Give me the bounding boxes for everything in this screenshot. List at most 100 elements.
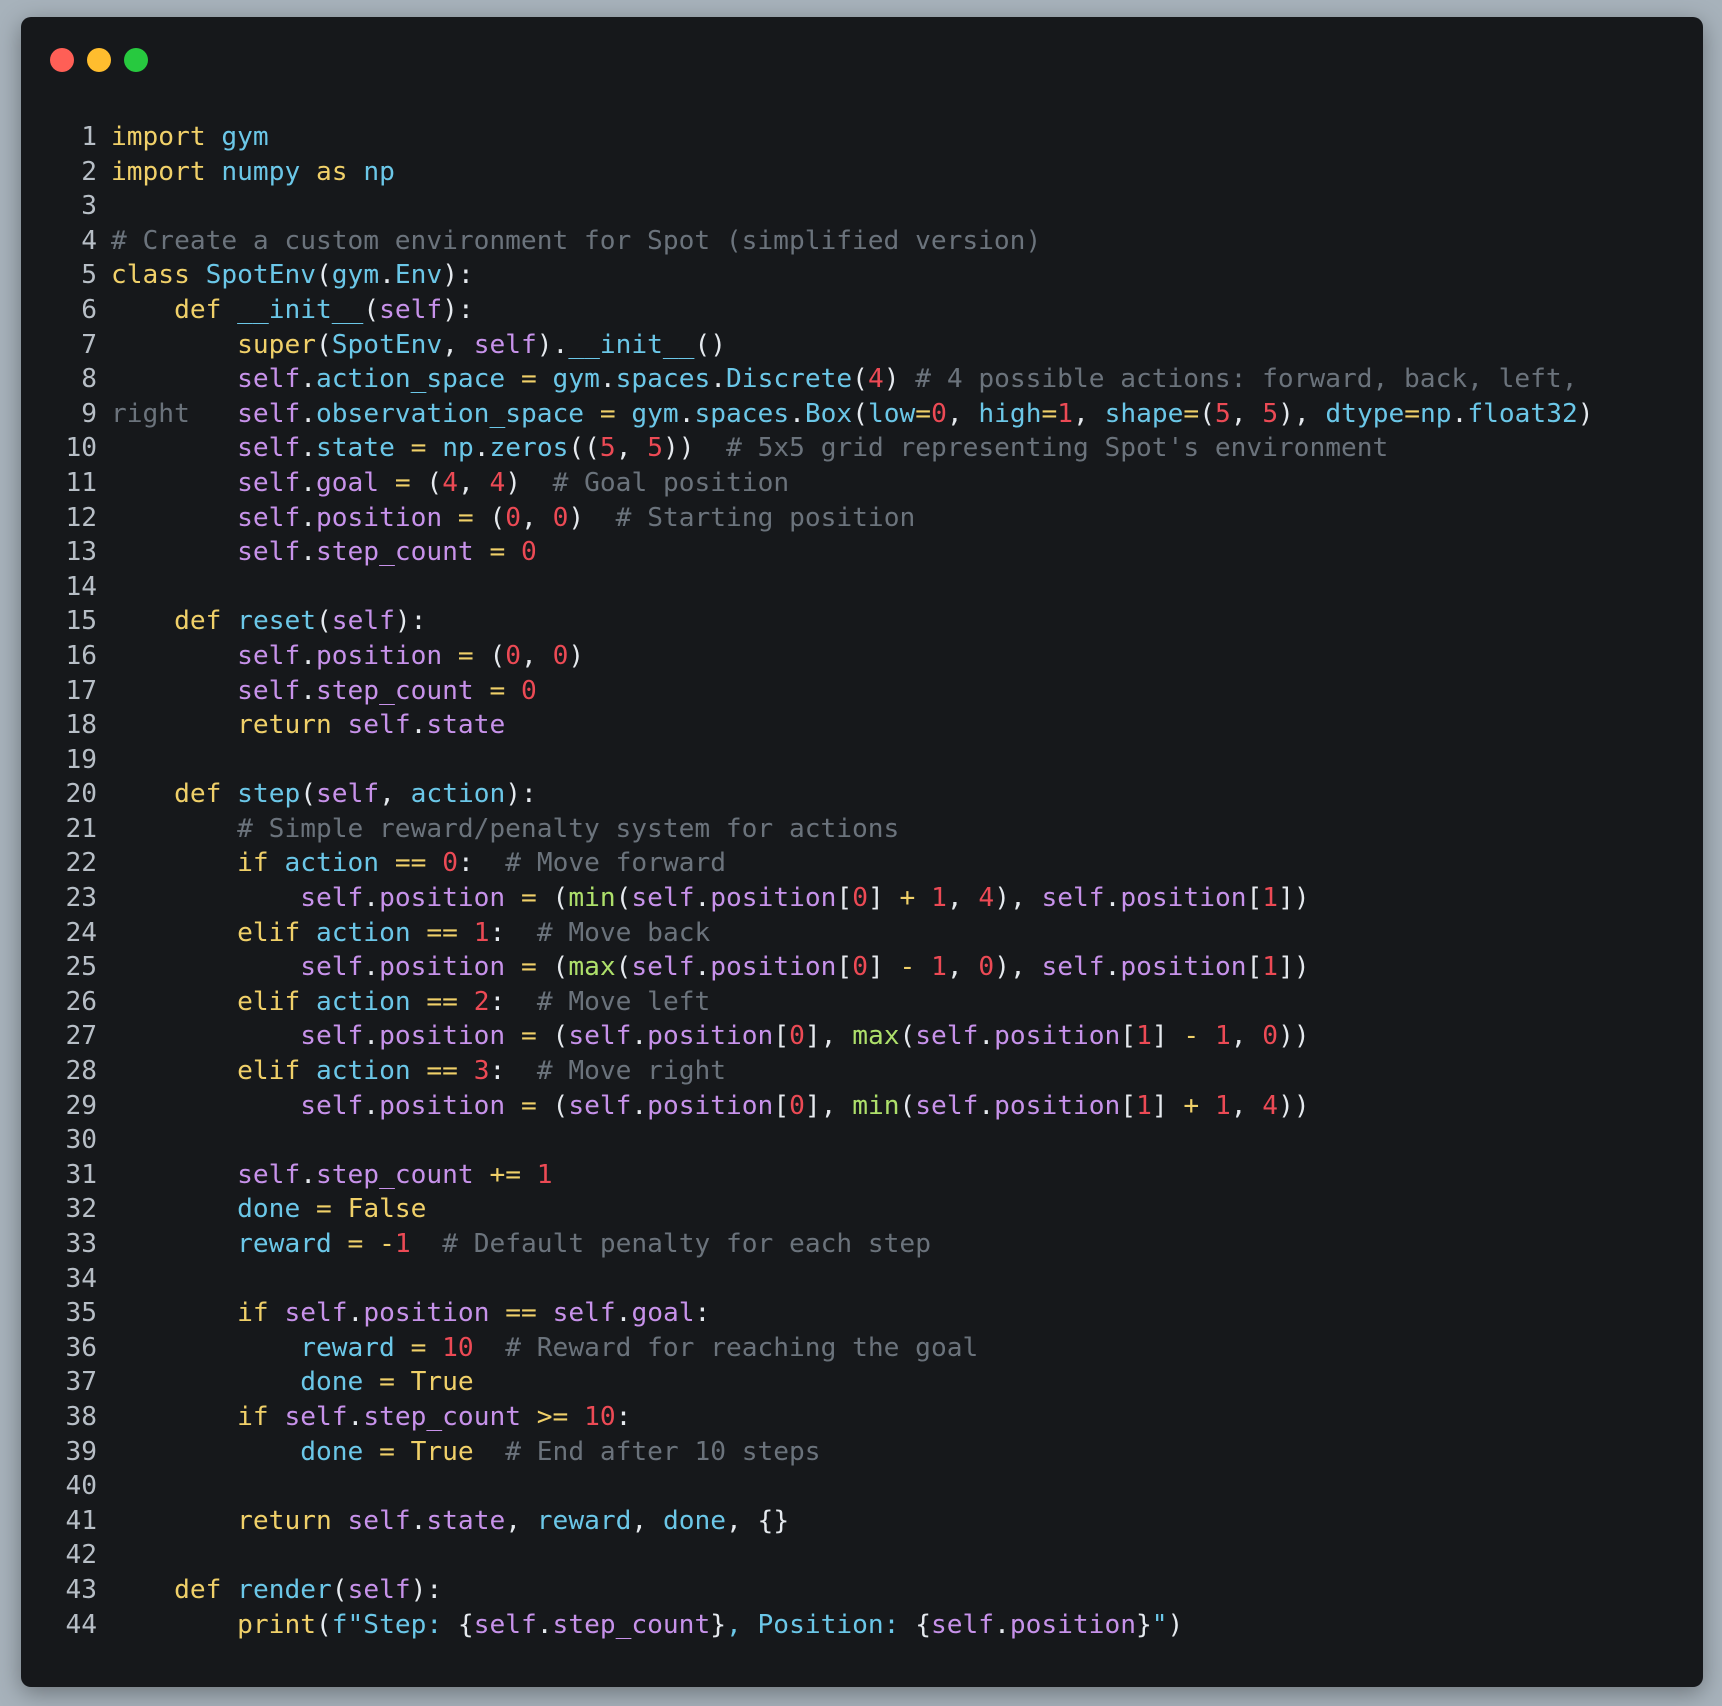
code-token: position xyxy=(1120,952,1247,983)
code-text: elif action == 1: # Move back xyxy=(111,918,710,948)
line-number: 8 xyxy=(81,364,97,395)
code-text: self.position = (0, 0) # Starting positi… xyxy=(111,503,915,533)
code-token: , {} xyxy=(726,1505,790,1536)
code-token: )) xyxy=(663,433,727,464)
code-token: 1 xyxy=(1262,883,1279,914)
code-token: 1 xyxy=(536,1159,553,1190)
code-line: 3 xyxy=(21,189,1703,224)
code-token: = xyxy=(394,467,411,498)
code-token: self xyxy=(300,1021,364,1052)
code-text: self.position = (0, 0) xyxy=(111,641,584,671)
code-text: self.step_count = 0 xyxy=(111,676,537,706)
code-text: self.state = np.zeros((5, 5)) # 5x5 grid… xyxy=(111,433,1388,463)
code-token: ( xyxy=(1199,398,1215,429)
code-text: import numpy as np xyxy=(111,157,395,187)
code-line: 44 print(f"Step: {self.step_count}, Posi… xyxy=(21,1608,1703,1643)
code-block[interactable]: 1 import gym 2 import numpy as np 3 4 # Create… xyxy=(21,120,1703,1642)
code-token: = xyxy=(520,1090,537,1121)
code-line: 35 if self.position == self.goal: xyxy=(21,1296,1703,1331)
maximize-dot-icon[interactable] xyxy=(124,48,148,72)
code-token: self xyxy=(930,1609,995,1640)
code-token: = xyxy=(379,1436,395,1467)
code-token: def xyxy=(174,1574,222,1605)
code-token: self xyxy=(1041,883,1105,914)
code-token: 10 xyxy=(584,1401,616,1432)
code-token: } xyxy=(710,1609,726,1640)
code-token: [ xyxy=(836,883,853,914)
code-line: 30 xyxy=(21,1123,1703,1158)
code-token: 1 xyxy=(1262,952,1279,983)
code-token: self xyxy=(473,1609,537,1640)
code-text: return self.state xyxy=(111,710,505,740)
code-token: # Default penalty for each step xyxy=(442,1229,931,1259)
code-line: 16 self.position = (0, 0) xyxy=(21,639,1703,674)
code-token: # Goal position xyxy=(552,467,790,498)
code-token: ) xyxy=(568,502,616,533)
code-line: 23 self.position = (min(self.position[0]… xyxy=(21,881,1703,916)
code-token: )) xyxy=(1278,1090,1310,1121)
code-token: numpy xyxy=(221,156,301,187)
code-token: # Move forward xyxy=(505,848,727,879)
code-token: step_count xyxy=(316,537,474,568)
code-token: self xyxy=(347,1574,411,1605)
code-token: self xyxy=(552,1298,616,1329)
code-token: ( xyxy=(615,883,632,914)
code-token: [ xyxy=(1246,952,1263,983)
minimize-dot-icon[interactable] xyxy=(87,48,111,72)
line-number: 19 xyxy=(65,744,97,775)
code-token: . xyxy=(631,1090,648,1121)
code-token: ] xyxy=(867,883,900,914)
code-token: ( xyxy=(300,779,317,810)
code-token: . xyxy=(1104,952,1121,983)
line-number: 24 xyxy=(65,917,97,948)
line-number: 38 xyxy=(65,1401,97,1432)
code-token: 0 xyxy=(442,848,458,879)
code-token: = xyxy=(489,675,506,706)
code-line: 2 import numpy as np xyxy=(21,155,1703,190)
code-token: position xyxy=(710,883,837,914)
code-token: # Move right xyxy=(536,1056,727,1087)
code-text: print(f"Step: {self.step_count}, Positio… xyxy=(111,1610,1183,1640)
code-token: ] xyxy=(1151,1090,1184,1121)
code-token: ) xyxy=(1577,398,1594,429)
code-token: __init__ xyxy=(568,329,695,360)
line-number: 4 xyxy=(81,225,97,256)
code-text: self.position = (min(self.position[0] + … xyxy=(111,883,1310,914)
code-token: ): xyxy=(505,779,537,810)
code-text: # Simple reward/penalty system for actio… xyxy=(111,814,899,844)
code-text: class SpotEnv(gym.Env): xyxy=(111,260,474,290)
code-token: () xyxy=(694,329,726,360)
code-token: SpotEnv xyxy=(331,329,443,360)
code-token: 4 xyxy=(489,467,506,498)
code-token: right xyxy=(111,398,190,429)
close-dot-icon[interactable] xyxy=(50,48,74,72)
line-number: 1 xyxy=(81,122,97,152)
code-token: , Position: xyxy=(726,1609,916,1640)
code-token: self xyxy=(631,883,695,914)
code-line: 7 super(SpotEnv, self).__init__() xyxy=(21,328,1703,363)
code-token: reset xyxy=(237,606,317,637)
code-token: + xyxy=(899,883,916,914)
code-token: super xyxy=(237,329,316,360)
line-number: 27 xyxy=(65,1021,97,1052)
code-token: ]) xyxy=(1278,883,1310,914)
code-token: __init__ xyxy=(237,294,364,325)
code-text: elif action == 3: # Move right xyxy=(111,1056,726,1086)
code-token: min xyxy=(568,883,616,914)
